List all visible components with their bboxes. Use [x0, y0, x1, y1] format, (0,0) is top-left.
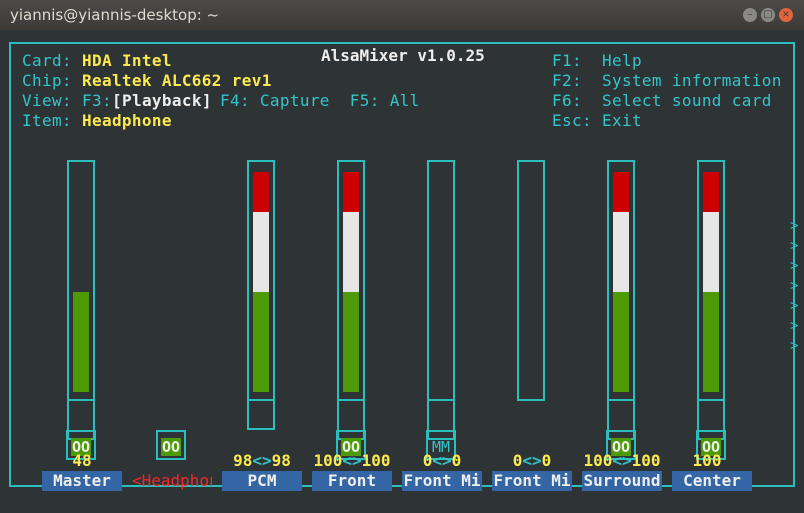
headphone-label[interactable]: <Headphon>: [132, 471, 212, 491]
master-level-green: [73, 292, 89, 392]
key-f2-desc: System information: [602, 71, 782, 90]
headphone-switch[interactable]: OO: [156, 430, 186, 460]
surround-level-green: [613, 292, 629, 392]
surround-value-right: 100: [631, 451, 661, 470]
pcm-label[interactable]: PCM: [222, 471, 302, 491]
key-f1-desc: Help: [602, 51, 642, 70]
front-mic-label[interactable]: Front Mi: [402, 471, 482, 491]
window-title: yiannis@yiannis-desktop: ~: [10, 6, 220, 24]
front-level-white: [343, 212, 359, 292]
view-f3-key: F3:: [82, 91, 112, 110]
key-esc-desc: Exit: [602, 111, 642, 130]
chip-label: Chip:: [22, 71, 72, 90]
pcm-level-red: [253, 172, 269, 212]
front-mic-boost-volume-bar[interactable]: [517, 160, 545, 401]
key-f6: F6:: [552, 91, 582, 110]
pcm-bar-base: [247, 400, 275, 430]
center-level-white: [703, 212, 719, 292]
master-volume-bar[interactable]: [67, 160, 95, 401]
key-f1: F1:: [552, 51, 582, 70]
surround-value-left: 100: [583, 451, 613, 470]
pcm-value: 98<>98: [217, 451, 307, 471]
scroll-right-indicator: > > > > > > >: [790, 216, 798, 356]
front-mic-value-sep: <>: [432, 451, 452, 470]
terminal-window: yiannis@yiannis-desktop: ~ – □ × AlsaMix…: [0, 0, 804, 513]
front-mic-boost-value: 0<>0: [487, 451, 577, 471]
pcm-value-left: 98: [233, 451, 253, 470]
front-mic-value-right: 0: [451, 451, 462, 470]
front-mic-boost-value-sep: <>: [522, 451, 542, 470]
pcm-level-white: [253, 212, 269, 292]
front-mic-value: 0<>0: [397, 451, 487, 471]
more-arrow: >: [790, 298, 799, 314]
center-volume-bar[interactable]: [697, 160, 725, 401]
chip-value: Realtek ALC662 rev1: [82, 71, 272, 90]
pcm-value-sep: <>: [252, 451, 272, 470]
more-arrow: >: [790, 278, 799, 294]
front-level-green: [343, 292, 359, 392]
card-label: Card:: [22, 51, 72, 70]
more-arrow: >: [790, 218, 799, 234]
minimize-button[interactable]: –: [743, 8, 757, 22]
maximize-button[interactable]: □: [761, 8, 775, 22]
front-mic-volume-bar[interactable]: [427, 160, 455, 401]
more-arrow: >: [790, 238, 799, 254]
pcm-level-green: [253, 292, 269, 392]
surround-value-sep: <>: [612, 451, 632, 470]
key-f6-desc: Select sound card: [602, 91, 772, 110]
pcm-value-right: 98: [271, 451, 291, 470]
item-label: Item:: [22, 111, 72, 130]
view-other-modes[interactable]: F4: Capture F5: All: [210, 91, 420, 111]
master-label[interactable]: Master: [42, 471, 122, 491]
card-value: HDA Intel: [82, 51, 172, 70]
pcm-volume-bar[interactable]: [247, 160, 275, 401]
center-level-green: [703, 292, 719, 392]
front-label[interactable]: Front: [312, 471, 392, 491]
front-mic-boost-value-left: 0: [512, 451, 523, 470]
front-volume-bar[interactable]: [337, 160, 365, 401]
center-value: 100: [692, 451, 722, 470]
center-level-red: [703, 172, 719, 212]
surround-level-white: [613, 212, 629, 292]
headphone-switch-state: OO: [161, 438, 181, 456]
front-value-left: 100: [313, 451, 343, 470]
key-f2: F2:: [552, 71, 582, 90]
close-button[interactable]: ×: [779, 8, 793, 22]
app-title: AlsaMixer v1.0.25: [315, 46, 491, 66]
front-level-red: [343, 172, 359, 212]
front-mic-boost-value-right: 0: [541, 451, 552, 470]
surround-volume-bar[interactable]: [607, 160, 635, 401]
view-playback[interactable]: [Playback]: [112, 91, 212, 111]
more-arrow: >: [790, 338, 799, 354]
surround-level-red: [613, 172, 629, 212]
more-arrow: >: [790, 258, 799, 274]
front-value-right: 100: [361, 451, 391, 470]
master-value: 48: [72, 451, 92, 470]
view-label: View:: [22, 91, 72, 110]
terminal-area[interactable]: AlsaMixer v1.0.25 Card: HDA Intel Chip: …: [0, 30, 804, 513]
item-value: Headphone: [82, 111, 172, 130]
surround-label[interactable]: Surround: [582, 471, 662, 491]
front-mic-boost-label[interactable]: Front Mi: [492, 471, 572, 491]
front-mic-value-left: 0: [422, 451, 433, 470]
center-label[interactable]: Center: [672, 471, 752, 491]
more-arrow: >: [790, 318, 799, 334]
front-value: 100<>100: [307, 451, 397, 471]
front-value-sep: <>: [342, 451, 362, 470]
key-esc: Esc:: [552, 111, 592, 130]
surround-value: 100<>100: [577, 451, 667, 471]
title-bar[interactable]: yiannis@yiannis-desktop: ~ – □ ×: [0, 0, 804, 30]
